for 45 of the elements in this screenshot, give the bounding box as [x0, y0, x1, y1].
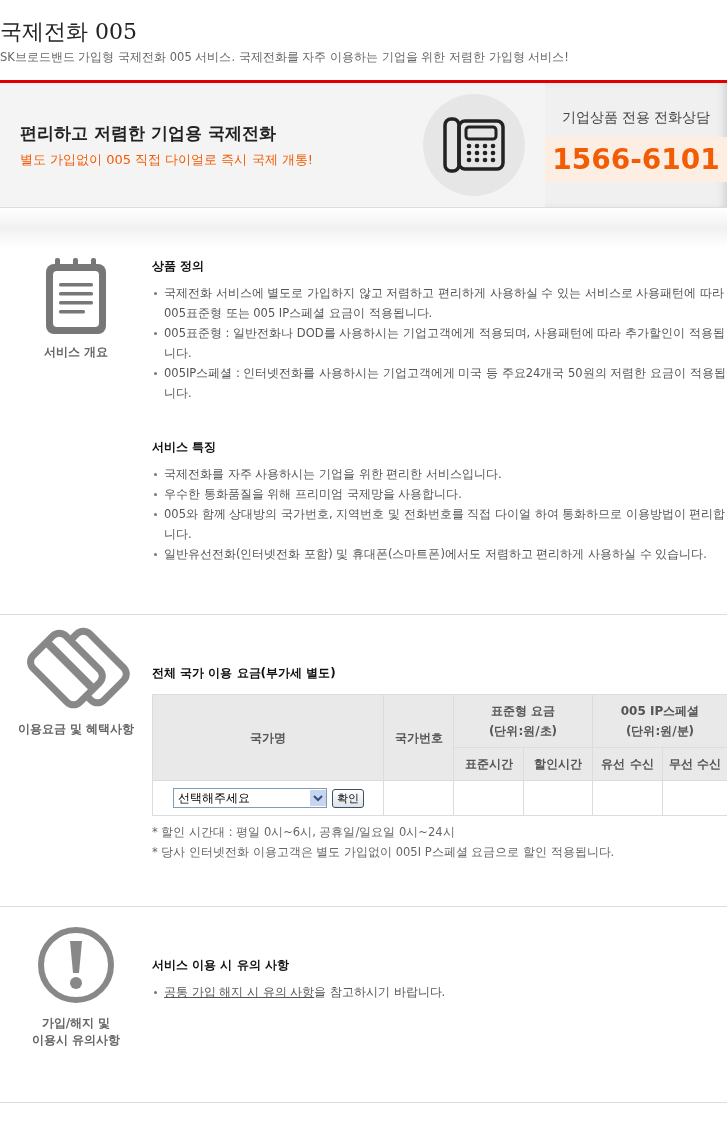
- note-text: * 할인 시간대 : 평일 0시~6시, 공휴일/일요일 0시~24시: [152, 824, 456, 841]
- banner-subline: 별도 가입없이 005 직접 다이얼로 즉시 국제 개통!: [20, 150, 313, 169]
- country-select[interactable]: 선택해주세요: [172, 788, 327, 808]
- desk-phone-icon: [443, 117, 505, 173]
- section-heading: 상품 정의: [152, 258, 206, 275]
- page-subtitle: SK브로드밴드 가입형 국제전화 005 서비스. 국제전화를 자주 이용하는 기업을 위한 저렴한 가입형 서비스!: [0, 50, 570, 65]
- confirm-button[interactable]: 확인: [331, 788, 364, 808]
- section-label: 가입/해지 및 이용시 유의사항: [31, 1015, 121, 1049]
- column-header: 표준시간: [453, 747, 524, 781]
- bullet-text: 005IP스페셜 : 인터넷전화를 사용하시는 기업고객에게 미국 등 주요24개국 50원의 저렴한 요금이 적용됩니다.: [164, 365, 727, 402]
- bullet-icon: [154, 291, 157, 295]
- page-title: 국제전화 005: [0, 18, 138, 46]
- column-header: 국가번호: [383, 694, 454, 781]
- bullet-text: 국제전화 서비스에 별도로 가입하지 않고 저렴하고 편리하게 사용하실 수 있는 서비스로 사용패턴에 따라 005표준형 또는 005 IP스페셜 요금이 적용됩니다.: [164, 285, 725, 322]
- column-header: 유선 수신: [592, 747, 663, 781]
- warning-icon: [36, 925, 116, 1005]
- bullet-icon: [154, 552, 157, 556]
- bullet-icon: [154, 472, 157, 476]
- column-header: 005 IP스페셜 (단위:원/분): [592, 694, 727, 748]
- section-heading: 전체 국가 이용 요금(부가세 별도): [152, 665, 337, 682]
- column-header: 표준형 요금 (단위:원/초): [453, 694, 593, 748]
- bullet-icon: [154, 492, 157, 496]
- bullet-icon: [154, 371, 157, 375]
- column-header: 국가명: [152, 694, 384, 781]
- contact-label: 기업상품 전용 전화상담: [560, 108, 712, 127]
- bullet-text: 005와 함께 상대방의 국가번호, 지역번호 및 전화번호를 직접 다이얼 하여 통화하므로 이용방법이 편리합니다.: [164, 506, 727, 543]
- banner-headline: 편리하고 저렴한 기업용 국제전화: [20, 121, 277, 145]
- section-heading: 서비스 이용 시 유의 사항: [152, 957, 290, 974]
- notepad-icon: [43, 256, 109, 336]
- bullet-text: 일반유선전화(인터넷전화 포함) 및 휴대폰(스마트폰)에서도 저렴하고 편리하게 사용하실 수 있습니다.: [164, 546, 708, 563]
- bullet-text: 국제전화를 자주 사용하시는 기업을 위한 편리한 서비스입니다.: [164, 466, 503, 483]
- section-label: 서비스 개요: [43, 344, 109, 361]
- bullet-text: 005표준형 : 일반전화나 DOD를 사용하시는 기업고객에게 적용되며, 사용패턴에 따라 추가할인이 적용됩니다.: [164, 325, 726, 362]
- phone-number: 1566-6101: [545, 137, 727, 182]
- bullet-icon: [154, 512, 157, 516]
- bullet-text: 우수한 통화품질을 위해 프리미엄 국제망을 사용합니다.: [164, 486, 463, 503]
- note-text: * 당사 인터넷전화 이용고객은 별도 가입없이 005I P스페셜 요금으로 할인 적용됩니다.: [152, 844, 616, 861]
- column-header: 할인시간: [523, 747, 593, 781]
- notice-link[interactable]: 공통 가입 해지 시 유의 사항: [164, 985, 315, 999]
- bullet-icon: [154, 990, 157, 994]
- bullet-icon: [154, 331, 157, 335]
- section-label: 이용요금 및 혜택사항: [17, 721, 135, 738]
- section-heading: 서비스 특징: [152, 439, 218, 456]
- notice-text: 공통 가입 해지 시 유의 사항을 참고하시기 바랍니다.: [164, 984, 447, 1001]
- column-header: 무선 수신: [662, 747, 727, 781]
